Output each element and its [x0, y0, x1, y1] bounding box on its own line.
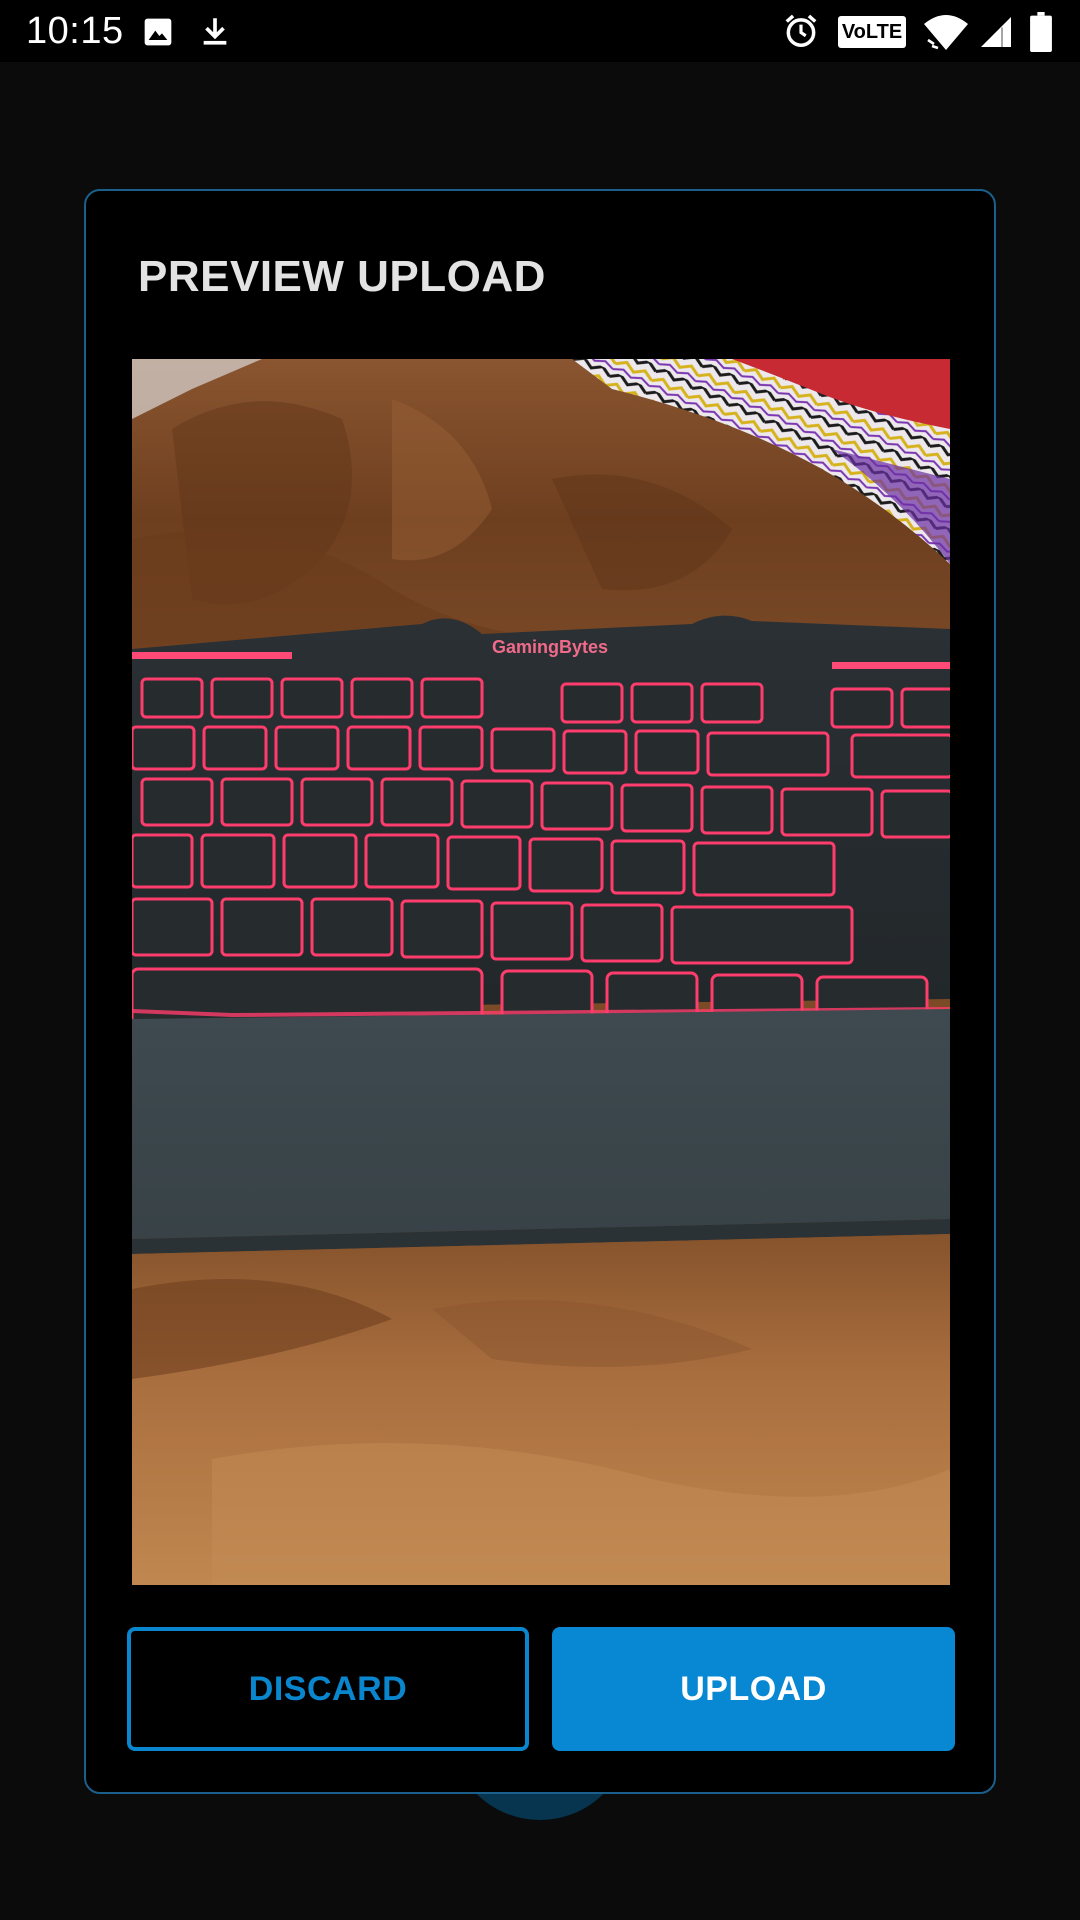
keyboard-brand: GamingBytes — [492, 637, 608, 657]
download-icon — [203, 18, 227, 45]
discard-button[interactable]: DISCARD — [127, 1627, 529, 1751]
alarm-icon — [785, 14, 817, 47]
upload-button[interactable]: UPLOAD — [552, 1627, 955, 1751]
volte-icon: VoLTE — [838, 16, 906, 48]
preview-upload-dialog: PREVIEW UPLOAD GamingBytes DISCARD UPLOA… — [84, 189, 996, 1794]
dialog-title: PREVIEW UPLOAD — [138, 252, 546, 301]
signal-icon — [981, 17, 1011, 47]
status-bar: 10:15 VoLTE — [0, 0, 1080, 62]
wifi-icon — [924, 15, 968, 50]
image-icon — [144, 18, 172, 46]
status-time: 10:15 — [26, 10, 124, 52]
preview-image: GamingBytes — [132, 359, 950, 1585]
battery-icon — [1030, 12, 1052, 52]
